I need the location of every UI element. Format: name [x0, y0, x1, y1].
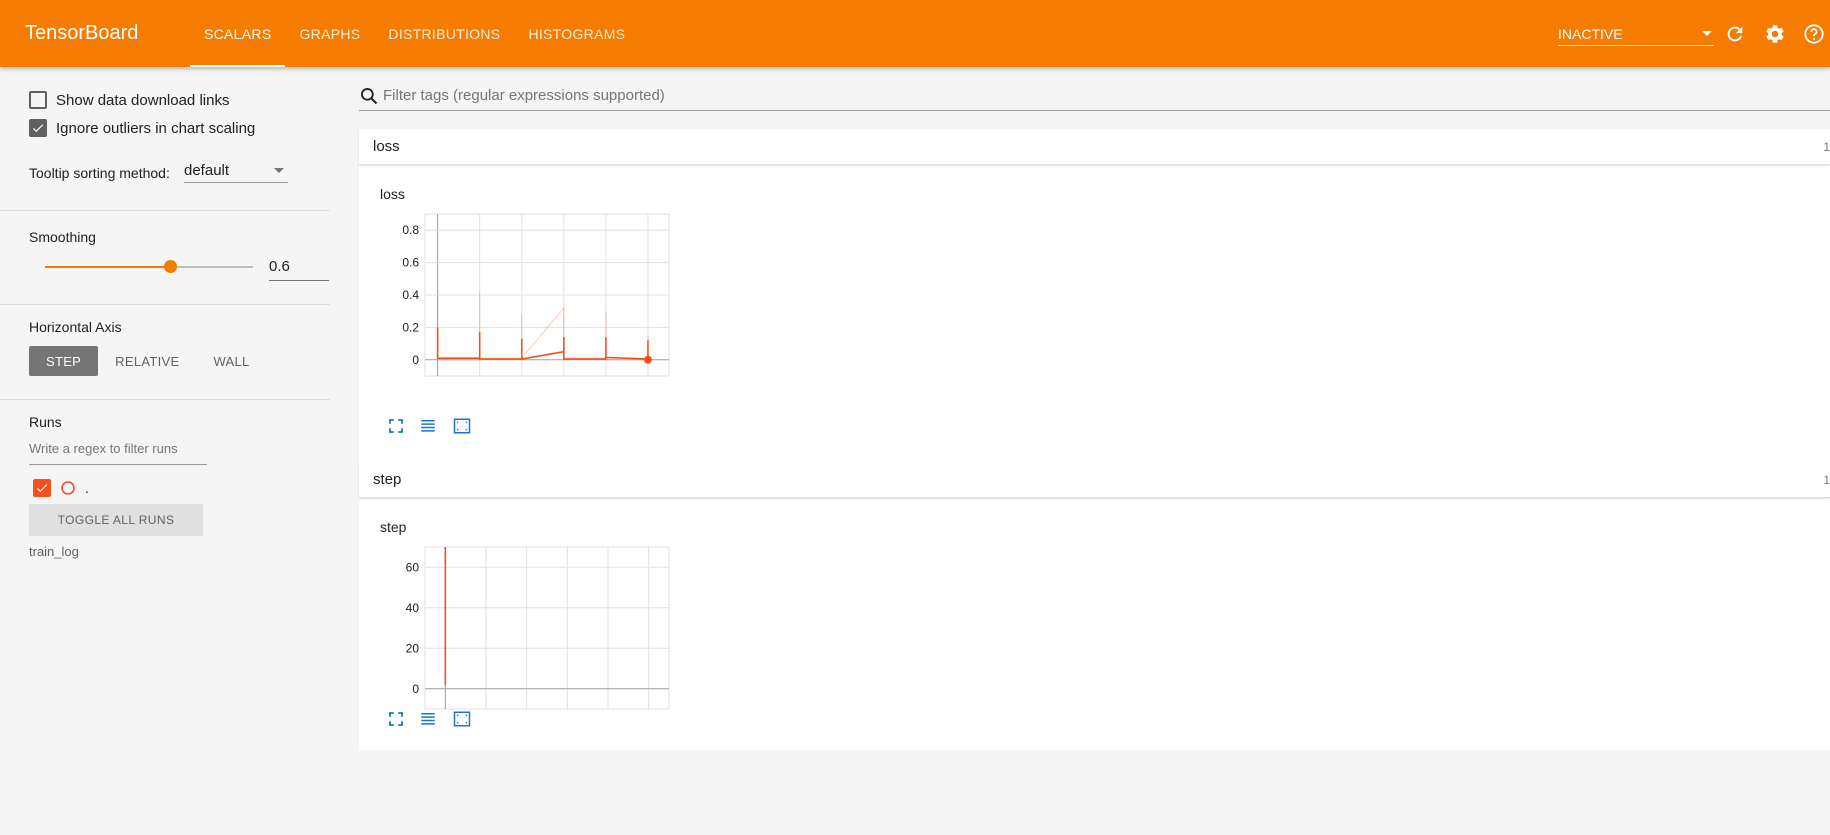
- show-download-links-label: Show data download links: [56, 91, 230, 109]
- top-bar: TensorBoard SCALARS GRAPHS DISTRIBUTIONS…: [0, 0, 1830, 67]
- help-icon[interactable]: [1802, 22, 1826, 46]
- sidebar-options-section: Show data download links Ignore outliers…: [0, 67, 330, 211]
- tag-card-step: step 1 step 0123450204060: [359, 462, 1830, 750]
- runs-label: Runs: [29, 414, 62, 430]
- checkbox-unchecked-icon[interactable]: [29, 91, 47, 109]
- raw-series-line: [437, 291, 649, 360]
- smoothing-value-input[interactable]: 0.6: [269, 253, 329, 281]
- y-tick-label: 0.2: [402, 320, 419, 334]
- y-tick-label: 60: [406, 560, 420, 574]
- ignore-outliers-toggle[interactable]: Ignore outliers in chart scaling: [29, 119, 255, 137]
- y-tick-label: 40: [406, 601, 420, 615]
- y-tick-label: 0.6: [402, 256, 419, 270]
- x-tick-label: 4: [603, 383, 610, 384]
- chevron-down-icon: [274, 168, 284, 173]
- card-count: 1: [1823, 472, 1830, 487]
- smoothing-slider-fill: [45, 266, 170, 268]
- run-color-circle-icon[interactable]: [60, 480, 76, 496]
- card-tag-name: loss: [373, 138, 400, 155]
- tag-filter-bar[interactable]: Filter tags (regular expressions support…: [359, 81, 1830, 111]
- runs-filter-input[interactable]: Write a regex to filter runs: [29, 441, 207, 465]
- checkbox-checked-icon[interactable]: [29, 119, 47, 137]
- log-scale-icon[interactable]: [418, 417, 438, 435]
- fullscreen-icon[interactable]: [387, 710, 405, 728]
- card-header[interactable]: loss 1: [359, 129, 1830, 165]
- tab-graphs[interactable]: GRAPHS: [285, 0, 374, 67]
- smoothed-series-line: [436, 327, 649, 360]
- status-select-value: INACTIVE: [1558, 25, 1623, 42]
- fit-domain-icon[interactable]: [451, 417, 473, 435]
- x-tick-label: 5: [645, 383, 652, 384]
- chart-toolbar: [387, 417, 473, 435]
- y-tick-label: 0.4: [402, 288, 419, 302]
- chart-title: loss: [380, 186, 405, 202]
- x-tick-label: 5: [645, 716, 652, 717]
- x-tick-label: 1: [476, 383, 483, 384]
- toggle-all-runs-button[interactable]: TOGGLE ALL RUNS: [29, 504, 203, 536]
- x-tick-label: 3: [560, 383, 567, 384]
- tag-card-loss: loss 1 loss 0 1 2 3 4 5 0 0.2 0.4 0.6 0.8: [359, 129, 1830, 462]
- tooltip-sorting-value: default: [184, 162, 230, 179]
- run-checkbox-checked-icon[interactable]: [33, 479, 51, 497]
- x-tick-label: 4: [605, 716, 612, 717]
- tab-histograms[interactable]: HISTOGRAMS: [514, 0, 639, 67]
- ignore-outliers-label: Ignore outliers in chart scaling: [56, 119, 256, 137]
- brand-title: TensorBoard: [25, 22, 139, 44]
- gear-icon[interactable]: [1763, 22, 1787, 46]
- axis-wall-button[interactable]: WALL: [196, 346, 266, 376]
- show-download-links-toggle[interactable]: Show data download links: [29, 91, 229, 109]
- smoothing-slider[interactable]: [45, 260, 253, 273]
- x-tick-label: 1: [483, 716, 490, 717]
- series-endpoint-marker: [643, 355, 652, 364]
- x-tick-label: 0: [434, 383, 441, 384]
- sidebar: Show data download links Ignore outliers…: [0, 67, 330, 835]
- chart-title: step: [380, 519, 407, 535]
- log-dir-label: train_log: [29, 544, 79, 559]
- chevron-down-icon: [1702, 31, 1712, 36]
- plot-area: [424, 546, 670, 710]
- y-tick-label: 0: [412, 682, 419, 696]
- x-tick-label: 2: [523, 716, 530, 717]
- refresh-icon[interactable]: [1723, 22, 1747, 46]
- card-header[interactable]: step 1: [359, 462, 1830, 498]
- tooltip-sorting-select[interactable]: default: [184, 159, 288, 183]
- chart-toolbar: [387, 710, 473, 728]
- step-chart[interactable]: 0123450204060: [359, 537, 699, 717]
- horizontal-axis-label: Horizontal Axis: [29, 319, 122, 335]
- axis-relative-button[interactable]: RELATIVE: [98, 346, 196, 376]
- loss-chart[interactable]: 0 1 2 3 4 5 0 0.2 0.4 0.6 0.8: [359, 204, 699, 384]
- y-tick-label: 20: [406, 641, 420, 655]
- horizontal-axis-selector: STEP RELATIVE WALL: [29, 346, 267, 376]
- y-tick-label: 0: [412, 353, 419, 367]
- card-tag-name: step: [373, 471, 402, 488]
- x-tick-label: 3: [564, 716, 571, 717]
- axis-step-button[interactable]: STEP: [29, 346, 99, 376]
- tag-filter-input[interactable]: Filter tags (regular expressions support…: [383, 87, 665, 104]
- fullscreen-icon[interactable]: [387, 417, 405, 435]
- card-count: 1: [1823, 139, 1830, 154]
- tab-scalars[interactable]: SCALARS: [190, 0, 286, 67]
- x-tick-label: 2: [518, 383, 525, 384]
- run-name: .: [85, 480, 89, 496]
- tooltip-sorting-label: Tooltip sorting method:: [29, 165, 170, 181]
- y-tick-label: 0.8: [402, 223, 419, 237]
- smoothing-slider-thumb[interactable]: [163, 260, 177, 273]
- smoothing-label: Smoothing: [29, 229, 96, 245]
- fit-domain-icon[interactable]: [451, 710, 473, 728]
- tab-distributions[interactable]: DISTRIBUTIONS: [374, 0, 514, 67]
- dashboard-tabs: SCALARS GRAPHS DISTRIBUTIONS HISTOGRAMS: [190, 0, 639, 67]
- inactive-dashboards-select[interactable]: INACTIVE: [1558, 22, 1714, 46]
- run-item[interactable]: .: [33, 479, 89, 497]
- main-content: Filter tags (regular expressions support…: [359, 67, 1830, 835]
- search-icon: [361, 88, 378, 105]
- log-scale-icon[interactable]: [418, 710, 438, 728]
